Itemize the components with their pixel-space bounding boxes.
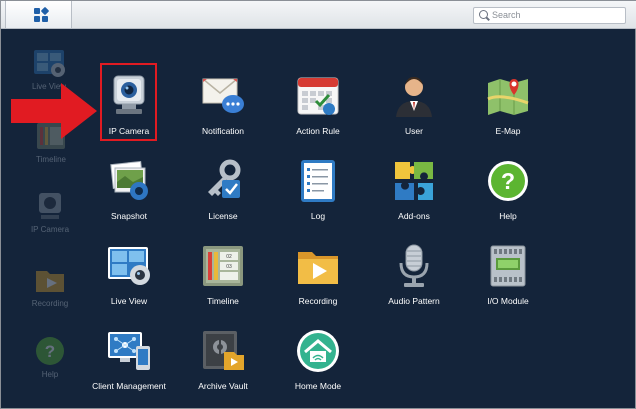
taskbar: Search bbox=[1, 1, 636, 29]
svg-text:?: ? bbox=[45, 342, 55, 361]
recording-icon bbox=[295, 243, 341, 289]
app-snapshot[interactable]: Snapshot bbox=[84, 158, 174, 221]
app-label: Live View bbox=[110, 296, 148, 306]
app-home-mode[interactable]: Home Mode bbox=[273, 328, 363, 391]
app-label: Log bbox=[310, 211, 326, 221]
notification-icon bbox=[200, 73, 246, 119]
app-client-management[interactable]: Client Management bbox=[84, 328, 174, 391]
desktop-shortcut-label: Recording bbox=[31, 299, 69, 308]
live-view-icon bbox=[106, 243, 152, 289]
app-add-ons[interactable]: Add-ons bbox=[369, 158, 459, 221]
user-icon bbox=[391, 73, 437, 119]
app-label: Client Management bbox=[92, 381, 166, 391]
app-io-module[interactable]: I/O Module bbox=[463, 243, 553, 306]
app-action-rule[interactable]: Action Rule bbox=[273, 73, 363, 136]
app-label: Notification bbox=[201, 126, 245, 136]
desktop-shortcut-label: Help bbox=[41, 370, 59, 379]
pointer-arrow-icon bbox=[11, 83, 97, 139]
help-icon: ? bbox=[33, 334, 67, 368]
io-module-icon bbox=[485, 243, 531, 289]
log-icon bbox=[295, 158, 341, 204]
home-mode-icon bbox=[295, 328, 341, 374]
app-user[interactable]: User bbox=[369, 73, 459, 136]
app-archive-vault[interactable]: Archive Vault bbox=[178, 328, 268, 391]
highlight-box bbox=[100, 63, 157, 141]
app-recording[interactable]: Recording bbox=[273, 243, 363, 306]
app-log[interactable]: Log bbox=[273, 158, 363, 221]
client-management-icon bbox=[106, 328, 152, 374]
svg-text:?: ? bbox=[501, 168, 515, 194]
desktop-shortcut-help: ? Help bbox=[20, 334, 80, 379]
app-e-map[interactable]: E-Map bbox=[463, 73, 553, 136]
main-menu-button[interactable] bbox=[5, 1, 72, 29]
app-label: Archive Vault bbox=[198, 381, 248, 391]
app-label: Timeline bbox=[207, 296, 239, 306]
desktop-frame: Search Live View Timeline IP Camera Reco… bbox=[0, 0, 636, 409]
action-rule-icon bbox=[295, 73, 341, 119]
app-label: Action Rule bbox=[296, 126, 340, 136]
app-label: User bbox=[405, 126, 423, 136]
app-label: License bbox=[208, 211, 238, 221]
app-audio-pattern[interactable]: Audio Pattern bbox=[369, 243, 459, 306]
app-label: Audio Pattern bbox=[388, 296, 440, 306]
svg-text:02: 02 bbox=[226, 254, 232, 260]
app-live-view[interactable]: Live View bbox=[84, 243, 174, 306]
desktop-shortcut-label: IP Camera bbox=[30, 225, 70, 234]
e-map-icon bbox=[485, 73, 531, 119]
license-icon bbox=[200, 158, 246, 204]
app-label: Help bbox=[499, 211, 517, 221]
ip-camera-icon bbox=[33, 189, 67, 223]
app-notification[interactable]: Notification bbox=[178, 73, 268, 136]
timeline-icon: 02 03 bbox=[200, 243, 246, 289]
snapshot-icon bbox=[106, 158, 152, 204]
recording-icon bbox=[33, 263, 67, 297]
search-icon bbox=[479, 10, 488, 19]
desktop-shortcut-ip-camera: IP Camera bbox=[20, 189, 80, 234]
desktop-shortcut-recording: Recording bbox=[20, 263, 80, 308]
archive-vault-icon bbox=[200, 328, 246, 374]
app-label: Home Mode bbox=[294, 381, 342, 391]
search-field[interactable]: Search bbox=[473, 7, 626, 24]
grid-icon bbox=[34, 6, 50, 22]
app-label: Snapshot bbox=[111, 211, 147, 221]
add-ons-icon bbox=[391, 158, 437, 204]
app-label: E-Map bbox=[495, 126, 521, 136]
desktop-shortcut-label: Timeline bbox=[36, 155, 66, 164]
help-icon: ? bbox=[485, 158, 531, 204]
app-label: Recording bbox=[298, 296, 338, 306]
app-timeline[interactable]: 02 03 Timeline bbox=[178, 243, 268, 306]
app-label: Add-ons bbox=[398, 211, 430, 221]
search-placeholder: Search bbox=[492, 10, 521, 20]
app-help[interactable]: ? Help bbox=[463, 158, 553, 221]
audio-pattern-icon bbox=[391, 243, 437, 289]
app-label: I/O Module bbox=[487, 296, 529, 306]
app-license[interactable]: License bbox=[178, 158, 268, 221]
live-view-icon bbox=[32, 46, 66, 80]
svg-text:03: 03 bbox=[226, 264, 232, 270]
